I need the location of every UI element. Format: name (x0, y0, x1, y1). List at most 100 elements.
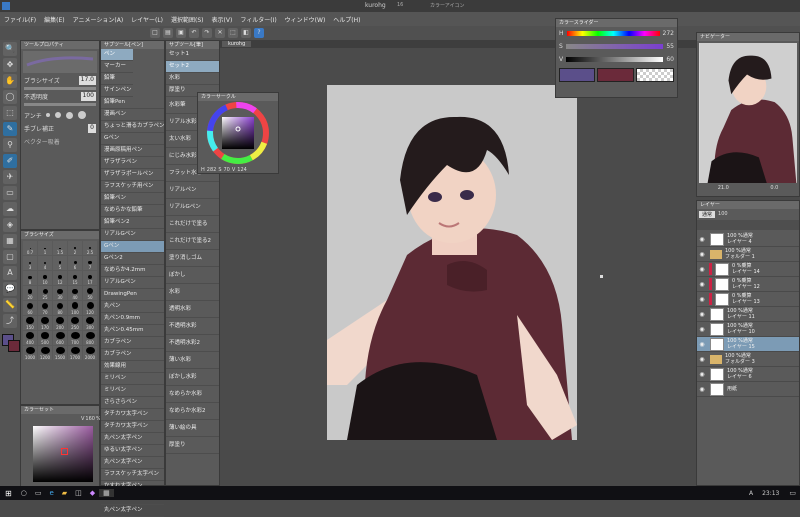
color-wheel-icon[interactable] (198, 101, 278, 165)
navigator-rotate[interactable]: 0.0 (770, 185, 778, 191)
eye-icon[interactable]: ◉ (697, 386, 707, 393)
subtool-item[interactable]: タチカワ太字ペン (101, 409, 164, 421)
help-icon[interactable]: ? (254, 28, 264, 38)
brush-size-slider[interactable] (24, 87, 96, 90)
brush-size-cell[interactable]: 4 (38, 256, 52, 270)
brush-subtool-item[interactable]: 塗り消しゴム (166, 250, 219, 267)
eye-icon[interactable]: ◉ (697, 296, 707, 303)
tab-set1[interactable]: セット1 (166, 49, 219, 61)
layer-row[interactable]: ◉ 100 %通常 レイヤー 10 (697, 322, 799, 337)
ruler-tool-icon[interactable]: 📏 (3, 298, 17, 312)
subtool-item[interactable]: ラフスケッチ太字ペン (101, 469, 164, 481)
undo-icon[interactable]: ↶ (189, 28, 199, 38)
subtool-item[interactable]: カブラペン (101, 349, 164, 361)
brush-size-cell[interactable]: 12 (53, 271, 67, 285)
brush-size-cell[interactable]: 2 (68, 241, 82, 255)
brush-subtool-item[interactable]: 不透明水彩 (166, 318, 219, 335)
subtool-item[interactable]: 丸ペン太字ペン (101, 457, 164, 469)
layer-row[interactable]: ◉ 100 %通常 レイヤー 6 (697, 367, 799, 382)
clip-studio-taskbar-icon[interactable]: ▦ (99, 489, 114, 497)
move-tool-icon[interactable]: ✥ (3, 58, 17, 72)
brush-size-cell[interactable]: 3 (23, 256, 37, 270)
subtool-item[interactable]: ミリペン (101, 385, 164, 397)
layer-row[interactable]: ◉ 100 %通常 レイヤー 15 (697, 337, 799, 352)
navigator-zoom[interactable]: 21.0 (718, 185, 729, 191)
zoom-tool-icon[interactable]: 🔍 (3, 42, 17, 56)
lasso-tool-icon[interactable]: ◯ (3, 90, 17, 104)
brush-size-cell[interactable]: 25 (38, 286, 52, 300)
brush-subtool-item[interactable]: これだけで塗る (166, 216, 219, 233)
subtool-item[interactable]: 鉛筆Pen (101, 97, 164, 109)
layer-row[interactable]: ◉ 100 %通常 フォルダー 1 (697, 247, 799, 262)
brush-size-value[interactable]: 17.0 (78, 76, 96, 85)
subtool-item[interactable]: ミリペン (101, 373, 164, 385)
brush-size-cell[interactable]: 1 (38, 241, 52, 255)
aa-none-icon[interactable] (45, 113, 50, 117)
explorer-icon[interactable]: ▰ (58, 489, 71, 497)
subtool-item[interactable]: さらさらペン (101, 397, 164, 409)
blend-tool-icon[interactable]: ☁ (3, 202, 17, 216)
opacity-slider[interactable] (24, 103, 96, 106)
brush-subtool-item[interactable]: これだけで塗る2 (166, 233, 219, 250)
brush-size-cell[interactable]: 100 (68, 301, 82, 315)
brush-size-cell[interactable]: 0.7 (23, 241, 37, 255)
brush-subtool-item[interactable]: 不透明水彩2 (166, 335, 219, 352)
subtool-item[interactable]: リアルGペン (101, 277, 164, 289)
subtool-item[interactable]: Gペン2 (101, 253, 164, 265)
slider-sub-color[interactable] (596, 68, 635, 82)
tray-clock[interactable]: 23:13 (756, 490, 785, 497)
brush-size-cell[interactable]: 800 (83, 331, 97, 345)
tab-pen[interactable]: ペン (101, 49, 133, 61)
menu-filter[interactable]: フィルター(I) (236, 15, 280, 24)
airbrush-tool-icon[interactable]: ✈ (3, 170, 17, 184)
save-icon[interactable]: ▣ (176, 28, 186, 38)
brush-size-cell[interactable]: 170 (38, 316, 52, 330)
redo-icon[interactable]: ↷ (202, 28, 212, 38)
brush-size-cell[interactable]: 150 (23, 316, 37, 330)
tab-watercolor[interactable]: 水彩 (166, 73, 219, 85)
subtool-item[interactable]: 丸ペン0.45mm (101, 325, 164, 337)
brush-size-cell[interactable]: 700 (68, 331, 82, 345)
menu-animation[interactable]: アニメーション(A) (69, 15, 128, 24)
canvas-tab[interactable]: kurohg (222, 41, 252, 47)
subtool-item[interactable]: ラフスケッチ用ペン (101, 181, 164, 193)
aa-mid-icon[interactable] (65, 111, 73, 119)
subtool-item[interactable]: DrawingPen (101, 289, 164, 301)
app-taskbar-icon[interactable]: ◆ (86, 489, 99, 497)
subtool-item[interactable]: ゆるい太字ペン (101, 445, 164, 457)
layer-row[interactable]: ◉ 100 %通常 フォルダー 3 (697, 352, 799, 367)
eye-icon[interactable]: ◉ (697, 266, 707, 273)
brush-size-cell[interactable]: 5 (53, 256, 67, 270)
brush-subtool-item[interactable]: 厚塗り (166, 437, 219, 454)
brush-size-cell[interactable]: 1700 (68, 346, 82, 360)
brush-subtool-item[interactable]: なめらか水彩 (166, 386, 219, 403)
subtool-item[interactable]: Gペン (101, 133, 164, 145)
notification-icon[interactable]: ▭ (785, 489, 800, 497)
brush-size-cell[interactable]: 1000 (23, 346, 37, 360)
taskview-icon[interactable]: ▭ (31, 489, 46, 497)
blend-mode-select[interactable]: 通常 (699, 211, 716, 218)
brush-tool-icon[interactable]: ✐ (3, 154, 17, 168)
edge-icon[interactable]: e (45, 489, 57, 497)
brush-size-cell[interactable]: 17 (83, 271, 97, 285)
select-tool-icon[interactable]: ⬚ (3, 106, 17, 120)
tab-marker[interactable]: マーカー (101, 61, 133, 73)
brush-size-cell[interactable]: 600 (53, 331, 67, 345)
menu-edit[interactable]: 編集(E) (40, 15, 68, 24)
menu-view[interactable]: 表示(V) (208, 15, 237, 24)
figure-tool-icon[interactable]: ▢ (3, 250, 17, 264)
brush-size-cell[interactable]: 8 (23, 271, 37, 285)
fill-icon[interactable]: ◧ (241, 28, 251, 38)
subtool-item[interactable]: 丸ペン太字ペン (101, 433, 164, 445)
brush-size-cell[interactable]: 200 (53, 316, 67, 330)
brush-size-cell[interactable]: 6 (68, 256, 82, 270)
eye-icon[interactable]: ◉ (697, 371, 707, 378)
layer-row[interactable]: ◉ 0 %乗算 レイヤー 12 (697, 277, 799, 292)
menu-layer[interactable]: レイヤー(L) (127, 15, 167, 24)
gradient-tool-icon[interactable]: ▦ (3, 234, 17, 248)
windows-start-icon[interactable]: ⊞ (0, 489, 17, 498)
open-icon[interactable]: ▤ (163, 28, 173, 38)
brush-subtool-item[interactable]: 薄い絵の具 (166, 420, 219, 437)
eye-icon[interactable]: ◉ (697, 356, 707, 363)
store-icon[interactable]: ◫ (71, 489, 86, 497)
